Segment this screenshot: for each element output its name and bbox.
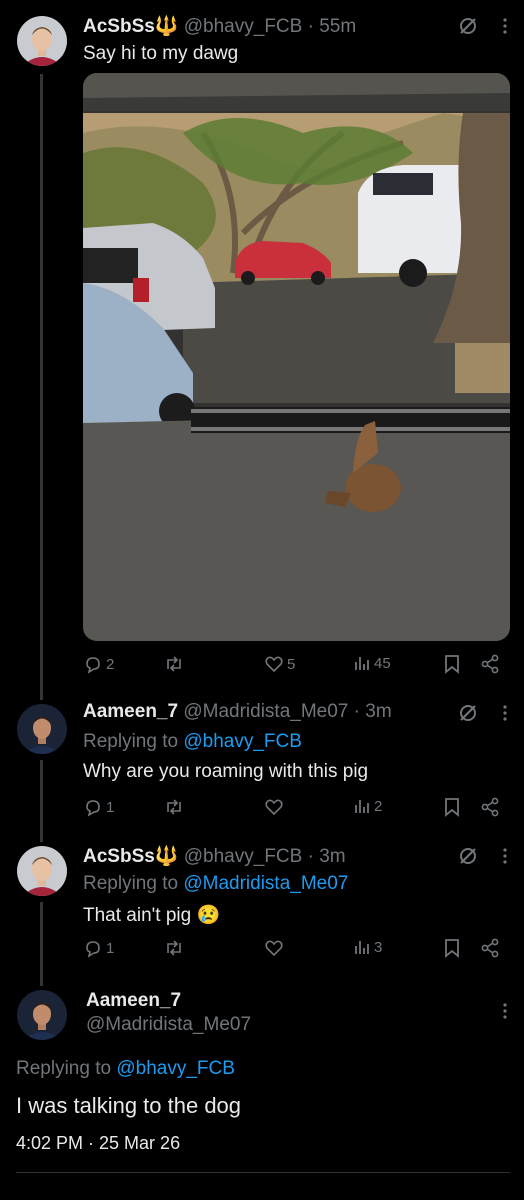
repost-button[interactable]: [163, 938, 185, 958]
replying-to-link[interactable]: @bhavy_FCB: [183, 731, 302, 752]
display-name[interactable]: AcSbSs: [83, 846, 155, 867]
tweet-actions: 1 2: [83, 797, 510, 821]
replying-to: Replying to @bhavy_FCB: [16, 1058, 235, 1079]
user-handle[interactable]: @Madridista_Me07: [183, 701, 348, 722]
tweet-actions: 1 3: [83, 938, 510, 962]
like-button[interactable]: [264, 797, 284, 817]
tweet-text: That ain't pig: [83, 905, 192, 926]
avatar[interactable]: [17, 16, 67, 66]
focused-handle[interactable]: @Madridista_Me07: [86, 1014, 251, 1036]
more-options-icon[interactable]: [502, 16, 508, 36]
tweet-text: Say hi to my dawg: [83, 43, 239, 64]
grok-icon[interactable]: [458, 703, 478, 723]
bookmark-button[interactable]: [444, 938, 460, 958]
reply-count: 1: [106, 798, 115, 816]
thread-line: [40, 760, 43, 842]
view-count: 45: [374, 654, 391, 672]
replying-to-link[interactable]: @bhavy_FCB: [116, 1058, 235, 1079]
tweet-header: Aameen_7 @Madridista_Me07 · 3m: [83, 701, 392, 723]
grok-icon[interactable]: [458, 846, 478, 866]
trident-emoji: 🔱: [154, 16, 179, 37]
tweet-text-row: That ain't pig 😢: [83, 903, 220, 927]
post-time: · 3m: [353, 701, 392, 722]
more-options-icon[interactable]: [502, 846, 508, 866]
repost-button[interactable]: [163, 654, 185, 674]
more-options-icon[interactable]: [502, 1001, 508, 1021]
tweet-top-icons: [458, 846, 508, 866]
thread-line: [40, 74, 43, 700]
tweet-text: Why are you roaming with this pig: [83, 761, 369, 782]
display-name[interactable]: Aameen_7: [83, 701, 178, 722]
share-button[interactable]: [480, 938, 500, 958]
reply-button[interactable]: 1: [83, 938, 114, 958]
trident-emoji: 🔱: [154, 846, 179, 867]
reply-count: 2: [106, 655, 115, 673]
like-button[interactable]: [264, 938, 284, 958]
crying-face-emoji: 😢: [196, 905, 221, 926]
views-button[interactable]: 3: [353, 938, 382, 956]
avatar[interactable]: [17, 846, 67, 896]
tweet-text: I was talking to the dog: [16, 1093, 242, 1118]
replying-to: Replying to @Madridista_Me07: [83, 873, 349, 894]
like-count: 5: [287, 655, 296, 673]
display-name[interactable]: AcSbSs: [83, 16, 155, 37]
tweet-top-icons: [458, 703, 508, 723]
share-button[interactable]: [480, 654, 500, 674]
tweet-photo[interactable]: [83, 73, 510, 641]
timestamp[interactable]: 4:02 PM · 25 Mar 26: [16, 1133, 180, 1154]
bookmark-button[interactable]: [444, 654, 460, 674]
avatar[interactable]: [17, 704, 67, 754]
reply-button[interactable]: 2: [83, 654, 114, 674]
reply-button[interactable]: 1: [83, 797, 114, 817]
view-count: 3: [374, 938, 383, 956]
avatar[interactable]: [17, 990, 67, 1040]
more-options-icon[interactable]: [502, 703, 508, 723]
tweet-header: AcSbSs🔱 @bhavy_FCB · 3m: [83, 844, 346, 868]
replying-to: Replying to @bhavy_FCB: [83, 731, 302, 752]
tweet-top-icons: [458, 16, 508, 36]
tweet-top-icons: [502, 1001, 508, 1021]
repost-button[interactable]: [163, 797, 185, 817]
divider: [16, 1172, 510, 1173]
post-time: · 3m: [307, 846, 346, 867]
views-button[interactable]: 2: [353, 797, 382, 815]
replying-to-link[interactable]: @Madridista_Me07: [183, 873, 348, 894]
share-button[interactable]: [480, 797, 500, 817]
user-handle[interactable]: @bhavy_FCB: [184, 16, 303, 37]
view-count: 2: [374, 797, 383, 815]
views-button[interactable]: 45: [353, 654, 391, 672]
user-handle[interactable]: @bhavy_FCB: [184, 846, 303, 867]
tweet-header: AcSbSs🔱 @bhavy_FCB · 55m: [83, 14, 356, 38]
focused-name[interactable]: Aameen_7: [86, 990, 181, 1012]
tweet-actions: 2 5 45: [83, 654, 510, 678]
bookmark-button[interactable]: [444, 797, 460, 817]
reply-count: 1: [106, 939, 115, 957]
post-time: · 55m: [307, 16, 357, 37]
like-button[interactable]: 5: [264, 654, 295, 674]
thread-line: [40, 902, 43, 986]
grok-icon[interactable]: [458, 16, 478, 36]
